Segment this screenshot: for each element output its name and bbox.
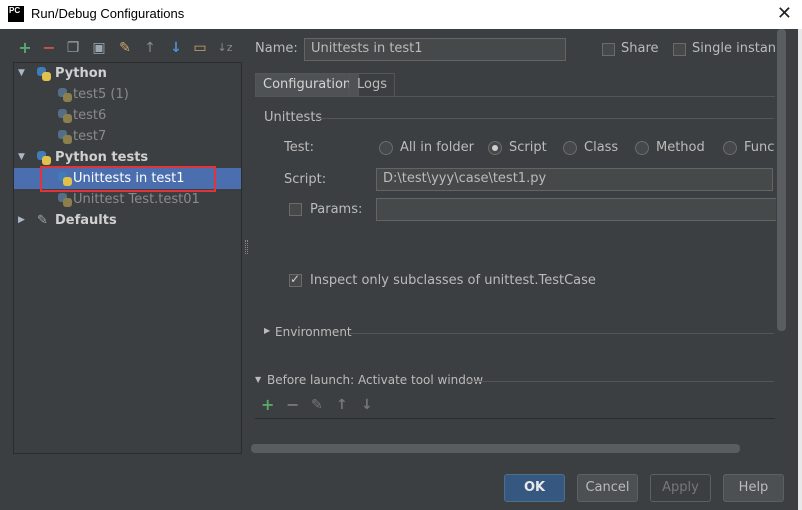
move-up-icon[interactable]: ↑: [142, 40, 158, 56]
move-down-icon[interactable]: ↓: [168, 40, 184, 56]
tab-configuration[interactable]: Configuration: [255, 73, 360, 97]
radio-label-all-in-folder: All in folder: [400, 140, 474, 155]
close-icon[interactable]: ✕: [777, 3, 792, 24]
window-edge: [798, 29, 802, 510]
environment-label[interactable]: Environment: [275, 325, 352, 339]
unittests-section-label: Unittests: [264, 110, 323, 125]
add-task-icon[interactable]: +: [261, 397, 274, 413]
tree-label: test7: [73, 129, 107, 144]
apply-button[interactable]: Apply: [650, 474, 711, 502]
radio-label-function: Function: [744, 140, 775, 155]
tab-logs[interactable]: Logs: [349, 73, 395, 97]
tree-item-test6[interactable]: test6: [14, 105, 241, 126]
share-label: Share: [621, 41, 659, 56]
save-icon[interactable]: ▣: [91, 40, 107, 56]
single-instance-checkbox[interactable]: [673, 43, 686, 56]
inspect-subclasses-label: Inspect only subclasses of unittest.Test…: [310, 273, 596, 288]
python-icon: [58, 88, 72, 102]
title-bar: PC Run/Debug Configurations ✕: [0, 0, 802, 29]
before-launch-label[interactable]: Before launch: Activate tool window: [267, 373, 483, 387]
python-icon: [58, 130, 72, 144]
window-title: Run/Debug Configurations: [31, 6, 185, 21]
script-path-input[interactable]: D:\test\yyy\case\test1.py: [376, 168, 773, 191]
tree-node-defaults[interactable]: ▶ ✎ Defaults: [14, 210, 241, 231]
python-test-icon: [58, 193, 72, 207]
radio-label-script: Script: [509, 140, 547, 155]
tree-label: Unittest Test.test01: [73, 192, 200, 207]
inspect-subclasses-checkbox[interactable]: [289, 272, 302, 287]
expanded-arrow-icon[interactable]: ▼: [18, 63, 28, 84]
params-label: Params:: [310, 202, 363, 217]
name-input[interactable]: Unittests in test1: [304, 38, 566, 61]
move-task-up-icon[interactable]: ↑: [336, 398, 348, 412]
tabs-divider: [255, 96, 775, 97]
collapsed-arrow-icon[interactable]: ▶: [18, 210, 28, 231]
radio-label-class: Class: [584, 140, 619, 155]
python-tests-icon: [37, 151, 51, 165]
tree-node-python[interactable]: ▼ Python: [14, 63, 241, 84]
environment-separator: [350, 333, 774, 334]
remove-icon[interactable]: −: [41, 40, 57, 56]
python-icon: [58, 109, 72, 123]
python-icon: [37, 67, 51, 81]
configuration-tree: ▼ Python test5 (1) test6 test7 ▼ Python …: [13, 62, 242, 454]
environment-expand-icon[interactable]: ▶: [264, 326, 270, 335]
script-label: Script:: [284, 172, 327, 187]
tree-label-python: Python: [55, 66, 107, 81]
radio-label-method: Method: [656, 140, 705, 155]
help-button[interactable]: Help: [723, 474, 784, 502]
tree-item-test5[interactable]: test5 (1): [14, 84, 241, 105]
tree-node-python-tests[interactable]: ▼ Python tests: [14, 147, 241, 168]
wrench-icon: ✎: [37, 213, 48, 228]
name-label: Name:: [255, 41, 298, 56]
expanded-arrow-icon[interactable]: ▼: [18, 147, 28, 168]
splitter-handle[interactable]: [245, 240, 248, 254]
test-label: Test:: [284, 140, 314, 155]
folder-icon[interactable]: ▭: [192, 40, 208, 56]
radio-method[interactable]: [635, 141, 649, 155]
add-icon[interactable]: +: [17, 40, 33, 56]
tree-label: test5 (1): [73, 87, 129, 102]
before-launch-separator: [466, 381, 774, 382]
radio-all-in-folder[interactable]: [379, 141, 393, 155]
radio-script[interactable]: [488, 141, 502, 155]
cancel-button[interactable]: Cancel: [577, 474, 638, 502]
section-separator: [318, 118, 774, 119]
radio-class[interactable]: [563, 141, 577, 155]
edit-defaults-icon[interactable]: ✎: [117, 40, 133, 56]
move-task-down-icon[interactable]: ↓: [361, 398, 373, 412]
edit-task-icon[interactable]: ✎: [311, 398, 323, 412]
ok-button[interactable]: OK: [504, 474, 565, 502]
params-checkbox[interactable]: [289, 203, 302, 216]
pycharm-app-icon: PC: [8, 6, 24, 22]
tree-label: test6: [73, 108, 107, 123]
horizontal-scrollbar[interactable]: [251, 444, 740, 453]
remove-task-icon[interactable]: −: [286, 397, 299, 413]
single-instance-label: Single instance: [692, 41, 776, 56]
tree-label-defaults: Defaults: [55, 213, 117, 228]
radio-function[interactable]: [723, 141, 737, 155]
copy-icon[interactable]: ❐: [65, 40, 81, 56]
tree-item-unittest-test01[interactable]: Unittest Test.test01: [14, 189, 241, 210]
before-launch-collapse-icon[interactable]: ▼: [255, 375, 261, 384]
tree-label-python-tests: Python tests: [55, 150, 149, 165]
highlight-annotation-box: [40, 166, 216, 192]
sort-icon[interactable]: ↓z: [217, 40, 233, 56]
vertical-scrollbar[interactable]: [777, 29, 786, 331]
tree-item-test7[interactable]: test7: [14, 126, 241, 147]
share-checkbox[interactable]: [602, 43, 615, 56]
params-input[interactable]: [376, 198, 776, 221]
